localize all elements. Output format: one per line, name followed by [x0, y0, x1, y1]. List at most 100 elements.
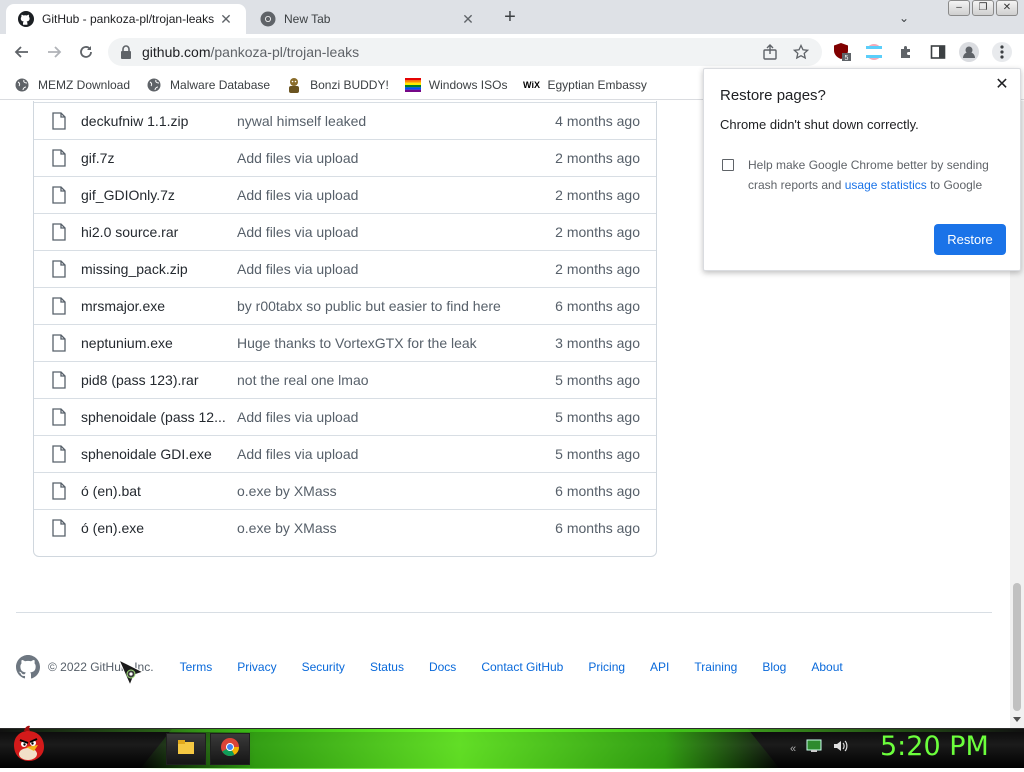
- address-bar[interactable]: github.com/pankoza-pl/trojan-leaks: [108, 38, 822, 66]
- taskbar-file-explorer[interactable]: [166, 733, 206, 765]
- commit-message-link[interactable]: not the real one lmao: [237, 372, 537, 388]
- file-name-link[interactable]: mrsmajor.exe: [81, 298, 226, 314]
- bookmark-bonzi-buddy[interactable]: Bonzi BUDDY!: [286, 77, 389, 93]
- start-button-angry-bird-icon[interactable]: [6, 723, 50, 767]
- footer-link-security[interactable]: Security: [302, 660, 345, 674]
- commit-message-link[interactable]: Add files via upload: [237, 261, 537, 277]
- file-row[interactable]: ó (en).exe o.exe by XMass 6 months ago: [34, 509, 656, 546]
- lock-icon[interactable]: [120, 45, 134, 59]
- commit-age: 5 months ago: [555, 372, 640, 388]
- commit-message-link[interactable]: Add files via upload: [237, 409, 537, 425]
- scrollbar-thumb[interactable]: [1013, 583, 1021, 711]
- restore-button[interactable]: Restore: [934, 224, 1006, 255]
- footer-link-pricing[interactable]: Pricing: [588, 660, 625, 674]
- windows-flag-icon: [404, 77, 421, 93]
- file-name-link[interactable]: gif.7z: [81, 150, 226, 166]
- file-row[interactable]: hi2.0 source.rar Add files via upload 2 mo…: [34, 213, 656, 250]
- tab-new-tab[interactable]: New Tab ✕: [248, 4, 488, 34]
- file-icon: [52, 371, 68, 389]
- file-row[interactable]: sphenoidale GDI.exe Add files via upload 5…: [34, 435, 656, 472]
- commit-message-link[interactable]: Add files via upload: [237, 224, 537, 240]
- chrome-menu-icon[interactable]: [992, 42, 1012, 62]
- bookmark-memz[interactable]: MEMZ Download: [14, 77, 130, 93]
- profile-flag-extension-icon[interactable]: [864, 42, 884, 62]
- commit-message-link[interactable]: nywal himself leaked: [237, 113, 537, 129]
- commit-message-link[interactable]: o.exe by XMass: [237, 520, 537, 536]
- file-row[interactable]: sphenoidale (pass 12... Add files via upl…: [34, 398, 656, 435]
- footer-link-privacy[interactable]: Privacy: [237, 660, 276, 674]
- file-name-link[interactable]: ó (en).exe: [81, 520, 226, 536]
- file-row[interactable]: missing_pack.zip Add files via upload 2 mo…: [34, 250, 656, 287]
- bookmark-star-icon[interactable]: [791, 42, 811, 62]
- tab-github[interactable]: GitHub - pankoza-pl/trojan-leaks ✕: [6, 4, 246, 34]
- github-logo-icon[interactable]: [16, 655, 41, 679]
- volume-icon[interactable]: [832, 739, 848, 758]
- commit-message-link[interactable]: Huge thanks to VortexGTX for the leak: [237, 335, 537, 351]
- file-row[interactable]: mrsmajor.exe by r00tabx so public but eas…: [34, 287, 656, 324]
- chrome-icon: [220, 737, 240, 762]
- share-icon[interactable]: [760, 42, 780, 62]
- scroll-down-arrow-icon[interactable]: [1013, 717, 1021, 722]
- footer-link-contact-github[interactable]: Contact GitHub: [481, 660, 563, 674]
- file-name-link[interactable]: sphenoidale GDI.exe: [81, 446, 226, 462]
- footer-link-status[interactable]: Status: [370, 660, 404, 674]
- file-name-link[interactable]: deckufniw 1.1.zip: [81, 113, 226, 129]
- new-tab-button[interactable]: +: [498, 6, 522, 30]
- taskbar-chrome[interactable]: [210, 733, 250, 765]
- file-name-link[interactable]: neptunium.exe: [81, 335, 226, 351]
- footer-link-about[interactable]: About: [811, 660, 842, 674]
- maximize-button[interactable]: ❐: [972, 0, 994, 16]
- taskbar-clock[interactable]: 5:20 PM: [880, 731, 989, 762]
- side-panel-icon[interactable]: [928, 42, 948, 62]
- file-icon: [52, 445, 68, 463]
- bonzi-icon: [286, 77, 302, 93]
- commit-message-link[interactable]: Add files via upload: [237, 187, 537, 203]
- globe-icon: [14, 77, 30, 93]
- bookmark-label: Bonzi BUDDY!: [310, 77, 389, 92]
- bookmark-malware-database[interactable]: Malware Database: [146, 77, 270, 93]
- back-arrow-icon[interactable]: [10, 40, 34, 64]
- file-name-link[interactable]: sphenoidale (pass 12...: [81, 409, 226, 425]
- file-name-link[interactable]: ó (en).bat: [81, 483, 226, 499]
- footer-link-terms[interactable]: Terms: [180, 660, 213, 674]
- file-row[interactable]: deckufniw 1.1.zip nywal himself leaked 4 m…: [34, 102, 656, 139]
- network-monitor-icon[interactable]: [806, 739, 822, 758]
- crash-reports-checkbox[interactable]: [722, 159, 734, 171]
- close-tab-icon[interactable]: ✕: [216, 9, 236, 29]
- minimize-button[interactable]: –: [948, 0, 970, 16]
- file-row[interactable]: gif_GDIOnly.7z Add files via upload 2 mont…: [34, 176, 656, 213]
- close-window-button[interactable]: ✕: [996, 0, 1018, 16]
- footer-link-training[interactable]: Training: [694, 660, 737, 674]
- forward-arrow-icon[interactable]: [42, 40, 66, 64]
- file-name-link[interactable]: hi2.0 source.rar: [81, 224, 226, 240]
- commit-message-link[interactable]: Add files via upload: [237, 150, 537, 166]
- close-tab-icon[interactable]: ✕: [458, 9, 478, 29]
- tray-arrow-icon[interactable]: «: [790, 743, 796, 755]
- footer-link-blog[interactable]: Blog: [762, 660, 786, 674]
- file-row[interactable]: ó (en).bat o.exe by XMass 6 months ago: [34, 472, 656, 509]
- commit-message-link[interactable]: o.exe by XMass: [237, 483, 537, 499]
- bookmark-label: Malware Database: [170, 77, 271, 92]
- file-row[interactable]: neptunium.exe Huge thanks to VortexGTX fo…: [34, 324, 656, 361]
- reload-icon[interactable]: [74, 40, 98, 64]
- bookmark-windows-isos[interactable]: Windows ISOs: [404, 77, 507, 93]
- file-name-link[interactable]: missing_pack.zip: [81, 261, 226, 277]
- commit-age: 6 months ago: [555, 298, 640, 314]
- file-name-link[interactable]: pid8 (pass 123).rar: [81, 372, 226, 388]
- ublock-extension-icon[interactable]: 5: [832, 42, 852, 62]
- footer-link-docs[interactable]: Docs: [429, 660, 456, 674]
- usage-statistics-link[interactable]: usage statistics: [845, 178, 927, 192]
- commit-message-link[interactable]: Add files via upload: [237, 446, 537, 462]
- commit-message-link[interactable]: by r00tabx so public but easier to find …: [237, 298, 537, 314]
- file-row[interactable]: gif.7z Add files via upload 2 months ago: [34, 139, 656, 176]
- file-row[interactable]: pid8 (pass 123).rar not the real one lmao…: [34, 361, 656, 398]
- file-icon: [52, 223, 68, 241]
- dialog-close-icon[interactable]: ✕: [992, 75, 1012, 95]
- tab-search-chevron-icon[interactable]: ⌄: [894, 8, 914, 28]
- extensions-puzzle-icon[interactable]: [896, 42, 916, 62]
- profile-avatar-icon[interactable]: [959, 42, 979, 62]
- commit-age: 5 months ago: [555, 446, 640, 462]
- file-name-link[interactable]: gif_GDIOnly.7z: [81, 187, 226, 203]
- bookmark-egyptian-embassy[interactable]: WiX Egyptian Embassy: [523, 77, 647, 93]
- footer-link-api[interactable]: API: [650, 660, 669, 674]
